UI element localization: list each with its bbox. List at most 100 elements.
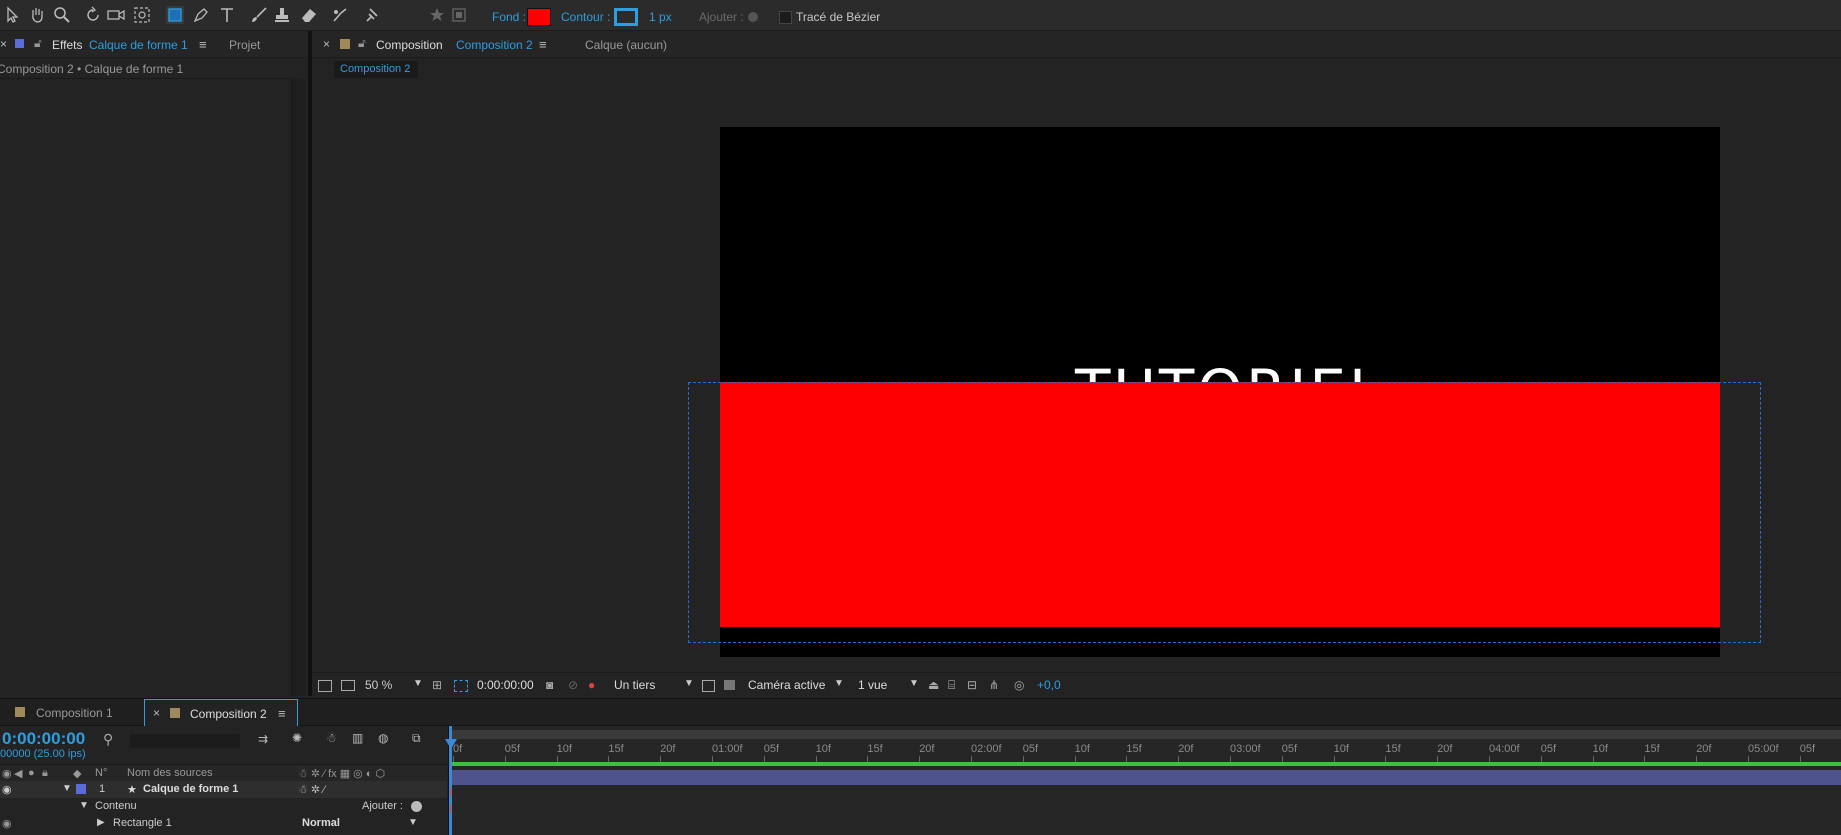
tab-effects[interactable]: Effets [52, 38, 82, 52]
add-label[interactable]: Ajouter : [699, 10, 744, 24]
roi-icon[interactable]: ⊞ [432, 678, 442, 692]
timeline-icon[interactable]: ⌸ [948, 678, 955, 693]
search-input[interactable] [130, 734, 240, 748]
zoom-dropdown-icon[interactable]: ▼ [413, 678, 423, 689]
stroke-label[interactable]: Contour : [561, 10, 610, 24]
always-preview-icon[interactable] [318, 680, 332, 692]
eraser-tool-icon[interactable] [300, 6, 318, 24]
tab-composition[interactable]: Composition [376, 38, 443, 52]
expand-triangle-icon[interactable]: ▼ [79, 800, 89, 811]
shy-layers-icon[interactable]: ☃ [326, 731, 337, 745]
views-select[interactable]: 1 vue [858, 678, 887, 692]
channels-icon[interactable]: ● [588, 678, 595, 692]
collapse-triangle-icon[interactable]: ▶ [97, 817, 105, 828]
draft-3d-icon[interactable]: ✺ [292, 731, 302, 745]
tab-project[interactable]: Projet [229, 38, 260, 52]
rectangle-row[interactable]: ◉ ▶ Rectangle 1 Normal ▼ [0, 815, 447, 832]
puppet-pin-tool-icon[interactable] [364, 6, 382, 24]
motion-blur-icon[interactable]: ◍ [378, 731, 388, 745]
fast-preview-icon[interactable] [724, 680, 735, 690]
panel-menu-icon[interactable]: ≡ [199, 37, 207, 52]
monitor-icon[interactable] [341, 680, 355, 691]
blend-mode-select[interactable]: Normal [302, 817, 340, 829]
stroke-width-value[interactable]: 1 px [649, 10, 672, 24]
tab-composition-1[interactable]: Composition 1 [36, 706, 113, 720]
eye-icon[interactable]: ◉ [2, 767, 12, 780]
clone-stamp-tool-icon[interactable] [273, 6, 291, 24]
composition-chip[interactable]: Composition 2 [334, 61, 418, 78]
grid-dropdown-icon[interactable]: ▼ [684, 678, 694, 689]
time-ruler[interactable]: 0f 05f 10f 15f 20f 01:00f 05f 10f 15f 20f 02:00f 05… [449, 726, 1841, 764]
search-icon[interactable]: ⚲ [103, 731, 113, 748]
camera-dropdown-icon[interactable]: ▼ [834, 678, 844, 689]
frame-blending-icon[interactable]: ▥ [352, 731, 363, 745]
add-arrow-icon[interactable] [411, 801, 422, 812]
composition-name[interactable]: Composition 2 [456, 38, 533, 52]
selection-tool-icon[interactable] [4, 6, 22, 24]
pen-tool-icon[interactable] [192, 6, 210, 24]
show-snapshot-icon[interactable]: ⊘ [568, 678, 578, 692]
effects-layer-name[interactable]: Calque de forme 1 [89, 38, 188, 52]
layer-label-color[interactable] [76, 784, 86, 794]
viewer-timecode[interactable]: 0:00:00:00 [477, 678, 534, 692]
reset-exposure-icon[interactable]: ⏏ [928, 678, 939, 692]
timeline-tracks[interactable]: 0f 05f 10f 15f 20f 01:00f 05f 10f 15f 20f 02:00f 05… [445, 726, 1841, 835]
views-dropdown-icon[interactable]: ▼ [909, 678, 919, 689]
flowchart-icon[interactable]: ⋔ [989, 678, 999, 692]
label-icon[interactable]: ◆ [73, 767, 81, 780]
add-arrow-icon[interactable] [748, 12, 758, 22]
playhead-handle[interactable] [445, 739, 457, 749]
brush-tool-icon[interactable] [250, 6, 268, 24]
comp-mini-flowchart-icon[interactable]: ⇉ [258, 732, 268, 746]
layer-switches[interactable]: ☃ ✲ ⁄ [298, 783, 325, 796]
lock-column-icon[interactable]: 🔒︎ [42, 767, 48, 780]
close-icon[interactable]: × [323, 37, 330, 51]
solo-icon[interactable]: ● [28, 767, 35, 779]
tab-composition-2[interactable]: × Composition 2 ≡ [144, 699, 298, 726]
rectangle-label[interactable]: Rectangle 1 [113, 817, 172, 829]
shape-bounding-box[interactable] [688, 382, 1761, 643]
close-icon[interactable]: × [0, 37, 7, 51]
fill-label[interactable]: Fond : [492, 10, 526, 24]
layer-row[interactable]: ◉ ▼ 1 ★ Calque de forme 1 ☃ ✲ ⁄ [0, 781, 447, 798]
stroke-color-swatch[interactable] [614, 8, 638, 26]
visibility-eye-icon[interactable]: ◉ [2, 783, 12, 796]
rotate-tool-icon[interactable] [84, 6, 102, 24]
panel-menu-icon[interactable]: ≡ [539, 37, 547, 52]
toggle-panels-icon[interactable] [450, 6, 468, 24]
exposure-icon[interactable]: ◎ [1014, 678, 1024, 692]
comp-flowchart-icon[interactable]: ⊟ [967, 678, 977, 692]
contents-row[interactable]: ▼ Contenu Ajouter : [0, 798, 447, 815]
expand-triangle-icon[interactable]: ▼ [62, 783, 72, 794]
contents-add-label[interactable]: Ajouter : [362, 800, 403, 812]
roto-brush-tool-icon[interactable] [331, 6, 349, 24]
lock-icon[interactable]: 🔓︎ [358, 36, 366, 51]
grid-select[interactable]: Un tiers [614, 678, 655, 692]
close-icon[interactable]: × [153, 706, 160, 720]
blend-dropdown-icon[interactable]: ▼ [408, 817, 418, 828]
pan-behind-tool-icon[interactable] [133, 6, 151, 24]
hand-tool-icon[interactable] [28, 6, 46, 24]
zoom-tool-icon[interactable] [53, 6, 71, 24]
column-source-name[interactable]: Nom des sources [127, 767, 213, 779]
rectangle-tool-icon[interactable] [166, 6, 184, 24]
fill-color-swatch[interactable] [527, 8, 551, 26]
vertical-scrollbar[interactable] [291, 79, 306, 696]
graph-editor-icon[interactable]: ⧉ [412, 731, 421, 746]
camera-select[interactable]: Caméra active [748, 678, 825, 692]
panel-menu-icon[interactable]: ≡ [278, 706, 286, 721]
layer-name[interactable]: Calque de forme 1 [143, 783, 238, 795]
current-timecode[interactable]: 0:00:00:00 [2, 729, 85, 749]
text-tool-icon[interactable] [218, 6, 236, 24]
toggle-mask-icon[interactable] [702, 680, 715, 692]
snapshot-icon[interactable]: ◙ [546, 678, 553, 692]
audio-icon[interactable]: ◀ [14, 767, 22, 780]
transparency-grid-icon[interactable] [454, 680, 468, 692]
layer-duration-bar[interactable] [452, 770, 1841, 785]
camera-tool-icon[interactable] [107, 6, 125, 24]
exposure-value[interactable]: +0,0 [1037, 678, 1061, 692]
zoom-value[interactable]: 50 % [365, 678, 392, 692]
lock-icon[interactable]: 🔓︎ [34, 36, 42, 51]
bezier-checkbox[interactable] [779, 11, 792, 24]
visibility-eye-icon[interactable]: ◉ [2, 817, 12, 830]
